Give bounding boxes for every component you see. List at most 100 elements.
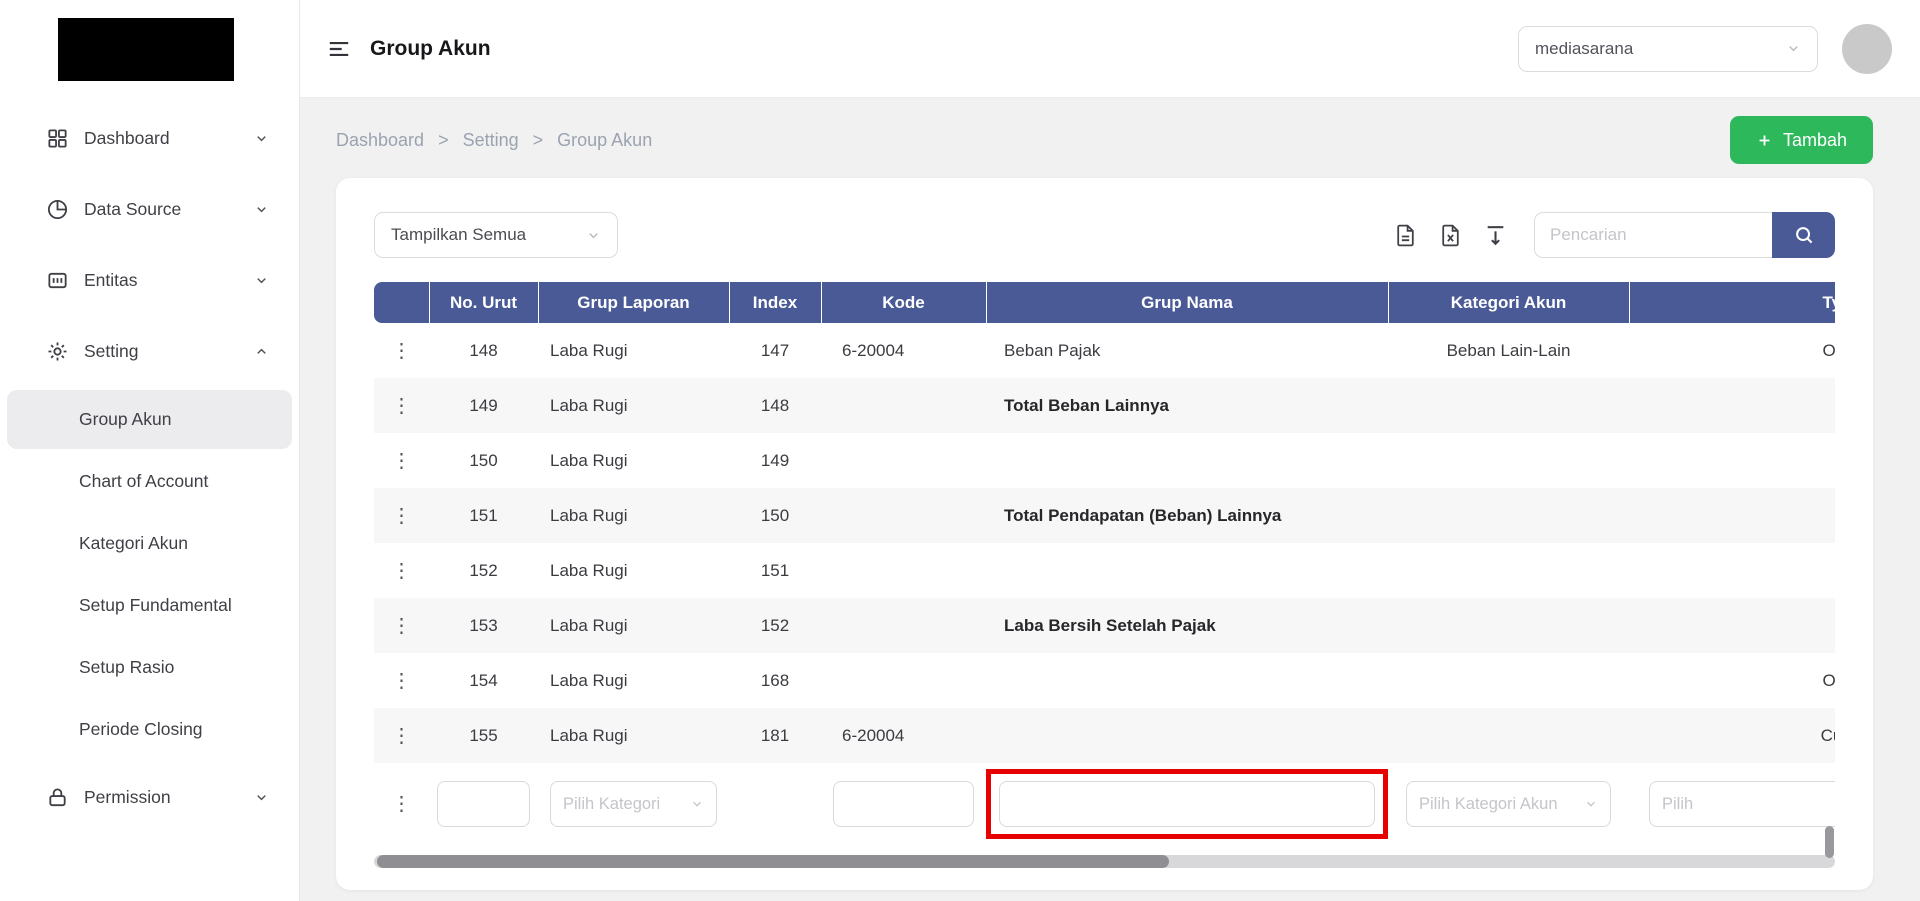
cell-grup_laporan: Laba Rugi <box>550 725 628 745</box>
table-row: ⋮ 149 Laba Rugi 148 Total Beban Lainnya <box>374 378 1835 433</box>
form-kode-input[interactable] <box>833 781 974 827</box>
new-entry-form-row: ⋮ Pilih Kategori Pilih Kategori Akun Pil… <box>374 763 1835 845</box>
search-input[interactable] <box>1534 212 1772 258</box>
sidebar-item-permission[interactable]: Permission <box>0 762 299 833</box>
search-button[interactable] <box>1772 212 1835 258</box>
sidebar-subitem-group-akun[interactable]: Group Akun <box>7 390 292 449</box>
col-actions <box>374 282 429 323</box>
cell-index: 152 <box>760 615 790 635</box>
dashboard-grid-icon <box>46 127 69 150</box>
excel-export-icon[interactable] <box>1438 223 1463 248</box>
form-no-urut-input[interactable] <box>437 781 530 827</box>
cell-kategori_akun <box>1388 653 1629 708</box>
group-akun-table: No. Urut Grup Laporan Index Kode Grup Na… <box>374 282 1835 845</box>
cell-kategori_akun <box>1388 378 1629 433</box>
sidebar-item-data-source[interactable]: Data Source <box>0 174 299 245</box>
cell-grup_laporan: Laba Rugi <box>550 560 628 580</box>
form-actions-cell: ⋮ <box>374 763 429 845</box>
row-menu-icon[interactable]: ⋮ <box>386 790 418 818</box>
add-button[interactable]: Tambah <box>1729 116 1873 164</box>
entity-card-icon <box>46 269 69 292</box>
subitem-label: Kategori Akun <box>79 533 188 553</box>
form-index-cell <box>729 763 821 845</box>
sidebar-item-label: Dashboard <box>84 128 170 148</box>
subitem-label: Group Akun <box>79 409 172 429</box>
sidebar-subitem-chart-of-account[interactable]: Chart of Account <box>7 452 292 511</box>
row-menu-icon[interactable]: ⋮ <box>386 447 418 475</box>
add-button-label: Tambah <box>1782 129 1847 150</box>
subitem-label: Periode Closing <box>79 719 203 739</box>
horizontal-scrollbar-thumb[interactable] <box>377 855 1169 868</box>
form-grup-nama-input[interactable] <box>999 781 1375 827</box>
chevron-down-icon <box>1786 41 1801 56</box>
form-type-select[interactable]: Pilih <box>1649 781 1835 827</box>
cell-type <box>1629 543 1835 598</box>
sidebar-item-dashboard[interactable]: Dashboard <box>0 103 299 174</box>
cell-no_urut: 155 <box>469 725 498 745</box>
cell-grup_nama: Total Beban Lainnya <box>1004 395 1169 415</box>
vertical-scrollbar-thumb[interactable] <box>1825 826 1834 858</box>
horizontal-scrollbar[interactable] <box>374 855 1835 868</box>
col-kategori-akun: Kategori Akun <box>1387 282 1629 323</box>
form-type-cell: Pilih <box>1629 763 1835 845</box>
sidebar-subitem-setup-rasio[interactable]: Setup Rasio <box>7 638 292 697</box>
cell-no_urut: 153 <box>469 615 498 635</box>
chevron-down-icon <box>586 228 601 243</box>
form-grup-laporan-select[interactable]: Pilih Kategori <box>550 781 717 827</box>
sidebar-item-setting[interactable]: Setting <box>0 316 299 387</box>
col-no-urut: No. Urut <box>428 282 538 323</box>
cell-kode: 6-20004 <box>842 725 905 745</box>
sidebar-subitem-periode-closing[interactable]: Periode Closing <box>7 700 292 759</box>
form-kategori-akun-select[interactable]: Pilih Kategori Akun <box>1406 781 1611 827</box>
gear-icon <box>46 340 69 363</box>
cell-no_urut: 154 <box>469 670 498 690</box>
sidebar-item-label: Permission <box>84 787 171 807</box>
company-select[interactable]: mediasarana <box>1518 25 1818 72</box>
form-grup-nama-cell <box>986 763 1388 845</box>
cell-type <box>1629 488 1835 543</box>
cell-grup_laporan: Laba Rugi <box>550 670 628 690</box>
pie-chart-icon <box>46 198 69 221</box>
row-menu-icon[interactable]: ⋮ <box>386 612 418 640</box>
topbar: Group Akun mediasarana <box>300 0 1920 98</box>
row-actions-cell: ⋮ <box>374 323 429 378</box>
sidebar-item-label: Setting <box>84 341 139 361</box>
cell-kategori_akun <box>1388 488 1629 543</box>
row-menu-icon[interactable]: ⋮ <box>386 502 418 530</box>
breadcrumb: Dashboard > Setting > Group Akun <box>336 130 652 151</box>
breadcrumb-item-setting[interactable]: Setting <box>463 130 519 151</box>
cell-type: Cu <box>1820 725 1835 745</box>
cell-index: 151 <box>760 560 790 580</box>
plus-icon <box>1756 132 1773 149</box>
page-title: Group Akun <box>370 36 491 60</box>
user-avatar[interactable] <box>1842 23 1892 74</box>
row-actions-cell: ⋮ <box>374 488 429 543</box>
cell-no_urut: 149 <box>469 395 498 415</box>
sidebar-subitem-setup-fundamental[interactable]: Setup Fundamental <box>7 576 292 635</box>
cell-no_urut: 148 <box>469 340 498 360</box>
data-card: Tampilkan Semua Pencarian No. Urut Grup … <box>336 178 1873 890</box>
row-menu-icon[interactable]: ⋮ <box>386 337 418 365</box>
breadcrumb-item-dashboard[interactable]: Dashboard <box>336 130 424 151</box>
show-filter-select[interactable]: Tampilkan Semua <box>374 212 618 258</box>
form-no-urut-cell <box>429 763 538 845</box>
breadcrumb-separator: > <box>532 129 544 150</box>
table-row: ⋮ 153 Laba Rugi 152 Laba Bersih Setelah Paja… <box>374 598 1835 653</box>
sidebar-item-entitas[interactable]: Entitas <box>0 245 299 316</box>
row-menu-icon[interactable]: ⋮ <box>386 557 418 585</box>
row-actions-cell: ⋮ <box>374 378 429 433</box>
cell-kode <box>821 488 986 543</box>
setting-submenu: Group Akun Chart of Account Kategori Aku… <box>0 390 299 759</box>
cell-index: 181 <box>760 725 790 745</box>
chevron-down-icon <box>254 131 269 146</box>
row-actions-cell: ⋮ <box>374 543 429 598</box>
row-menu-icon[interactable]: ⋮ <box>386 392 418 420</box>
row-menu-icon[interactable]: ⋮ <box>386 667 418 695</box>
menu-toggle-icon[interactable] <box>326 36 352 62</box>
pdf-export-icon[interactable] <box>1393 223 1418 248</box>
import-icon[interactable] <box>1483 223 1508 248</box>
form-grup-laporan-cell: Pilih Kategori <box>538 763 729 845</box>
row-menu-icon[interactable]: ⋮ <box>386 722 418 750</box>
table-scroll-area: No. Urut Grup Laporan Index Kode Grup Na… <box>374 282 1835 845</box>
sidebar-subitem-kategori-akun[interactable]: Kategori Akun <box>7 514 292 573</box>
